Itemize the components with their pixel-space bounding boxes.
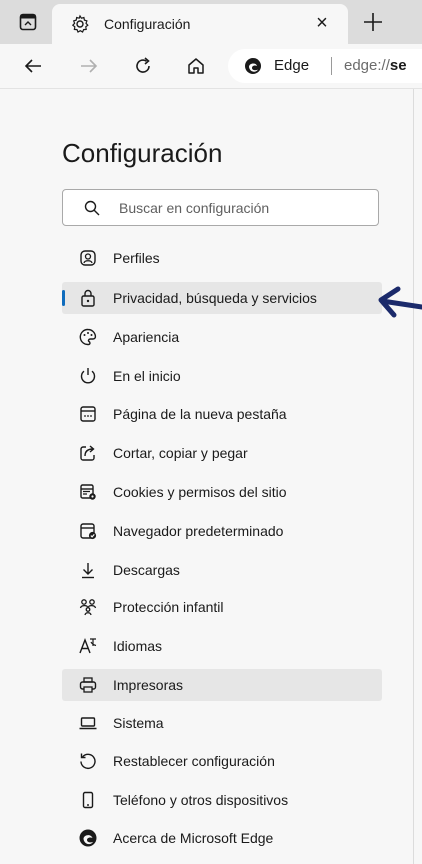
sidebar-item-perfiles[interactable]: Perfiles	[62, 242, 382, 274]
tab-settings[interactable]: Configuración ×	[52, 4, 348, 44]
page-title: Configuración	[62, 138, 223, 168]
sidebar-item-privacidad[interactable]: Privacidad, búsqueda y servicios	[62, 282, 382, 314]
close-tab-icon[interactable]: ×	[310, 11, 334, 35]
download-icon	[78, 560, 98, 580]
edge-logo-icon	[78, 828, 98, 848]
sidebar-item-label: Perfiles	[113, 250, 160, 266]
sidebar-item-impresoras[interactable]: Impresoras	[62, 669, 382, 701]
sidebar-item-label: Cortar, copiar y pegar	[113, 445, 248, 461]
forward-icon[interactable]	[74, 51, 104, 81]
profiles-icon	[78, 248, 98, 268]
edge-logo-icon	[244, 57, 262, 75]
annotation-arrow	[376, 283, 422, 323]
tab-actions-menu-icon[interactable]	[16, 10, 40, 34]
sidebar-item-label: Cookies y permisos del sitio	[113, 484, 287, 500]
refresh-icon[interactable]	[128, 51, 158, 81]
default-browser-icon	[78, 521, 98, 541]
family-icon	[78, 597, 98, 617]
gear-icon	[70, 14, 90, 34]
sidebar-item-apariencia[interactable]: Apariencia	[62, 321, 382, 353]
sidebar-item-label: Navegador predeterminado	[113, 523, 284, 539]
sidebar-item-cookies[interactable]: Cookies y permisos del sitio	[62, 476, 382, 508]
sidebar-item-label: Privacidad, búsqueda y servicios	[113, 290, 317, 306]
laptop-icon	[78, 713, 98, 733]
sidebar-item-restablecer[interactable]: Restablecer configuración	[62, 745, 382, 777]
sidebar-item-label: Apariencia	[113, 329, 180, 345]
address-bar[interactable]: Edge edge://se	[228, 49, 422, 83]
sidebar-item-idiomas[interactable]: Idiomas	[62, 630, 382, 662]
sidebar-item-proteccion-infantil[interactable]: Protección infantil	[62, 591, 382, 623]
browser-toolbar: Edge edge://se	[0, 44, 422, 89]
sidebar-item-acerca-de[interactable]: Acerca de Microsoft Edge	[62, 822, 382, 854]
sidebar-item-sistema[interactable]: Sistema	[62, 707, 382, 739]
sidebar-item-navegador-predeterminado[interactable]: Navegador predeterminado	[62, 515, 382, 547]
sidebar-item-label: Sistema	[113, 715, 164, 731]
sidebar-item-inicio[interactable]: En el inicio	[62, 360, 382, 392]
sidebar-item-label: Impresoras	[113, 677, 184, 693]
cookies-icon	[78, 482, 98, 502]
sidebar-item-label: Teléfono y otros dispositivos	[113, 792, 289, 808]
lock-icon	[78, 288, 98, 308]
sidebar-item-label: Acerca de Microsoft Edge	[113, 830, 274, 846]
sidebar-item-cortar-copiar[interactable]: Cortar, copiar y pegar	[62, 437, 382, 469]
sidebar-item-label: Idiomas	[113, 638, 163, 654]
tab-title: Configuración	[104, 16, 191, 32]
search-input[interactable]: Buscar en configuración	[62, 189, 379, 226]
sidebar-item-telefono[interactable]: Teléfono y otros dispositivos	[62, 784, 382, 816]
new-tab-page-icon	[78, 404, 98, 424]
sidebar-item-label: Descargas	[113, 562, 180, 578]
search-placeholder: Buscar en configuración	[119, 200, 270, 216]
sidebar-item-label: En el inicio	[113, 368, 181, 384]
search-icon	[83, 199, 101, 217]
sidebar-item-descargas[interactable]: Descargas	[62, 554, 382, 586]
address-separator	[331, 57, 332, 75]
content-divider	[413, 89, 414, 864]
reset-icon	[78, 751, 98, 771]
tab-strip: Configuración ×	[0, 0, 422, 44]
power-icon	[78, 366, 98, 386]
new-tab-icon[interactable]	[360, 9, 386, 35]
address-url: edge://se	[344, 57, 407, 74]
printer-icon	[78, 675, 98, 695]
address-brand: Edge	[274, 57, 310, 74]
share-icon	[78, 443, 98, 463]
sidebar-item-nueva-pestana[interactable]: Página de la nueva pestaña	[62, 398, 382, 430]
home-icon[interactable]	[181, 51, 211, 81]
palette-icon	[78, 327, 98, 347]
selected-indicator	[62, 290, 65, 306]
sidebar-item-label: Protección infantil	[113, 599, 224, 615]
sidebar-item-label: Página de la nueva pestaña	[113, 406, 287, 422]
languages-icon	[78, 636, 98, 656]
phone-icon	[78, 790, 98, 810]
sidebar-item-label: Restablecer configuración	[113, 753, 275, 769]
back-icon[interactable]	[18, 51, 48, 81]
